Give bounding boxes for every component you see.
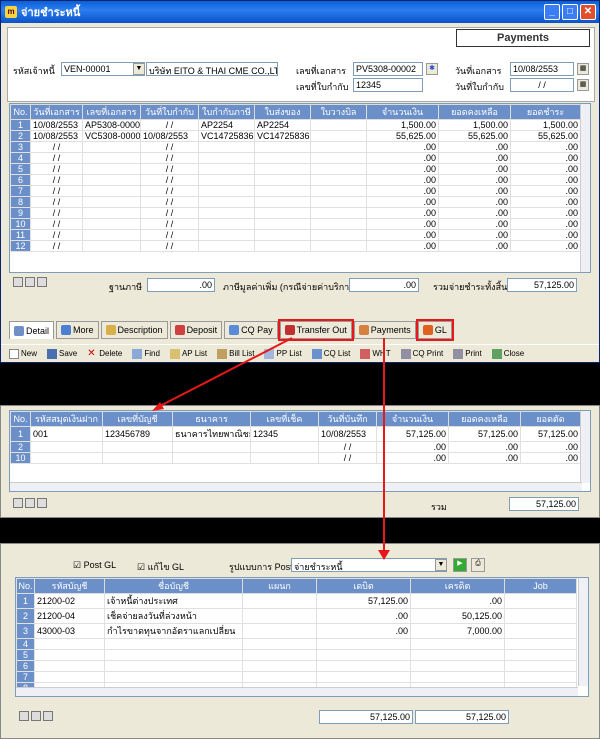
arrow-to-transfer: [157, 337, 293, 408]
arrowhead-icon: [152, 402, 164, 411]
arrowhead-icon: [378, 550, 390, 560]
annotation-arrows: [152, 337, 390, 560]
